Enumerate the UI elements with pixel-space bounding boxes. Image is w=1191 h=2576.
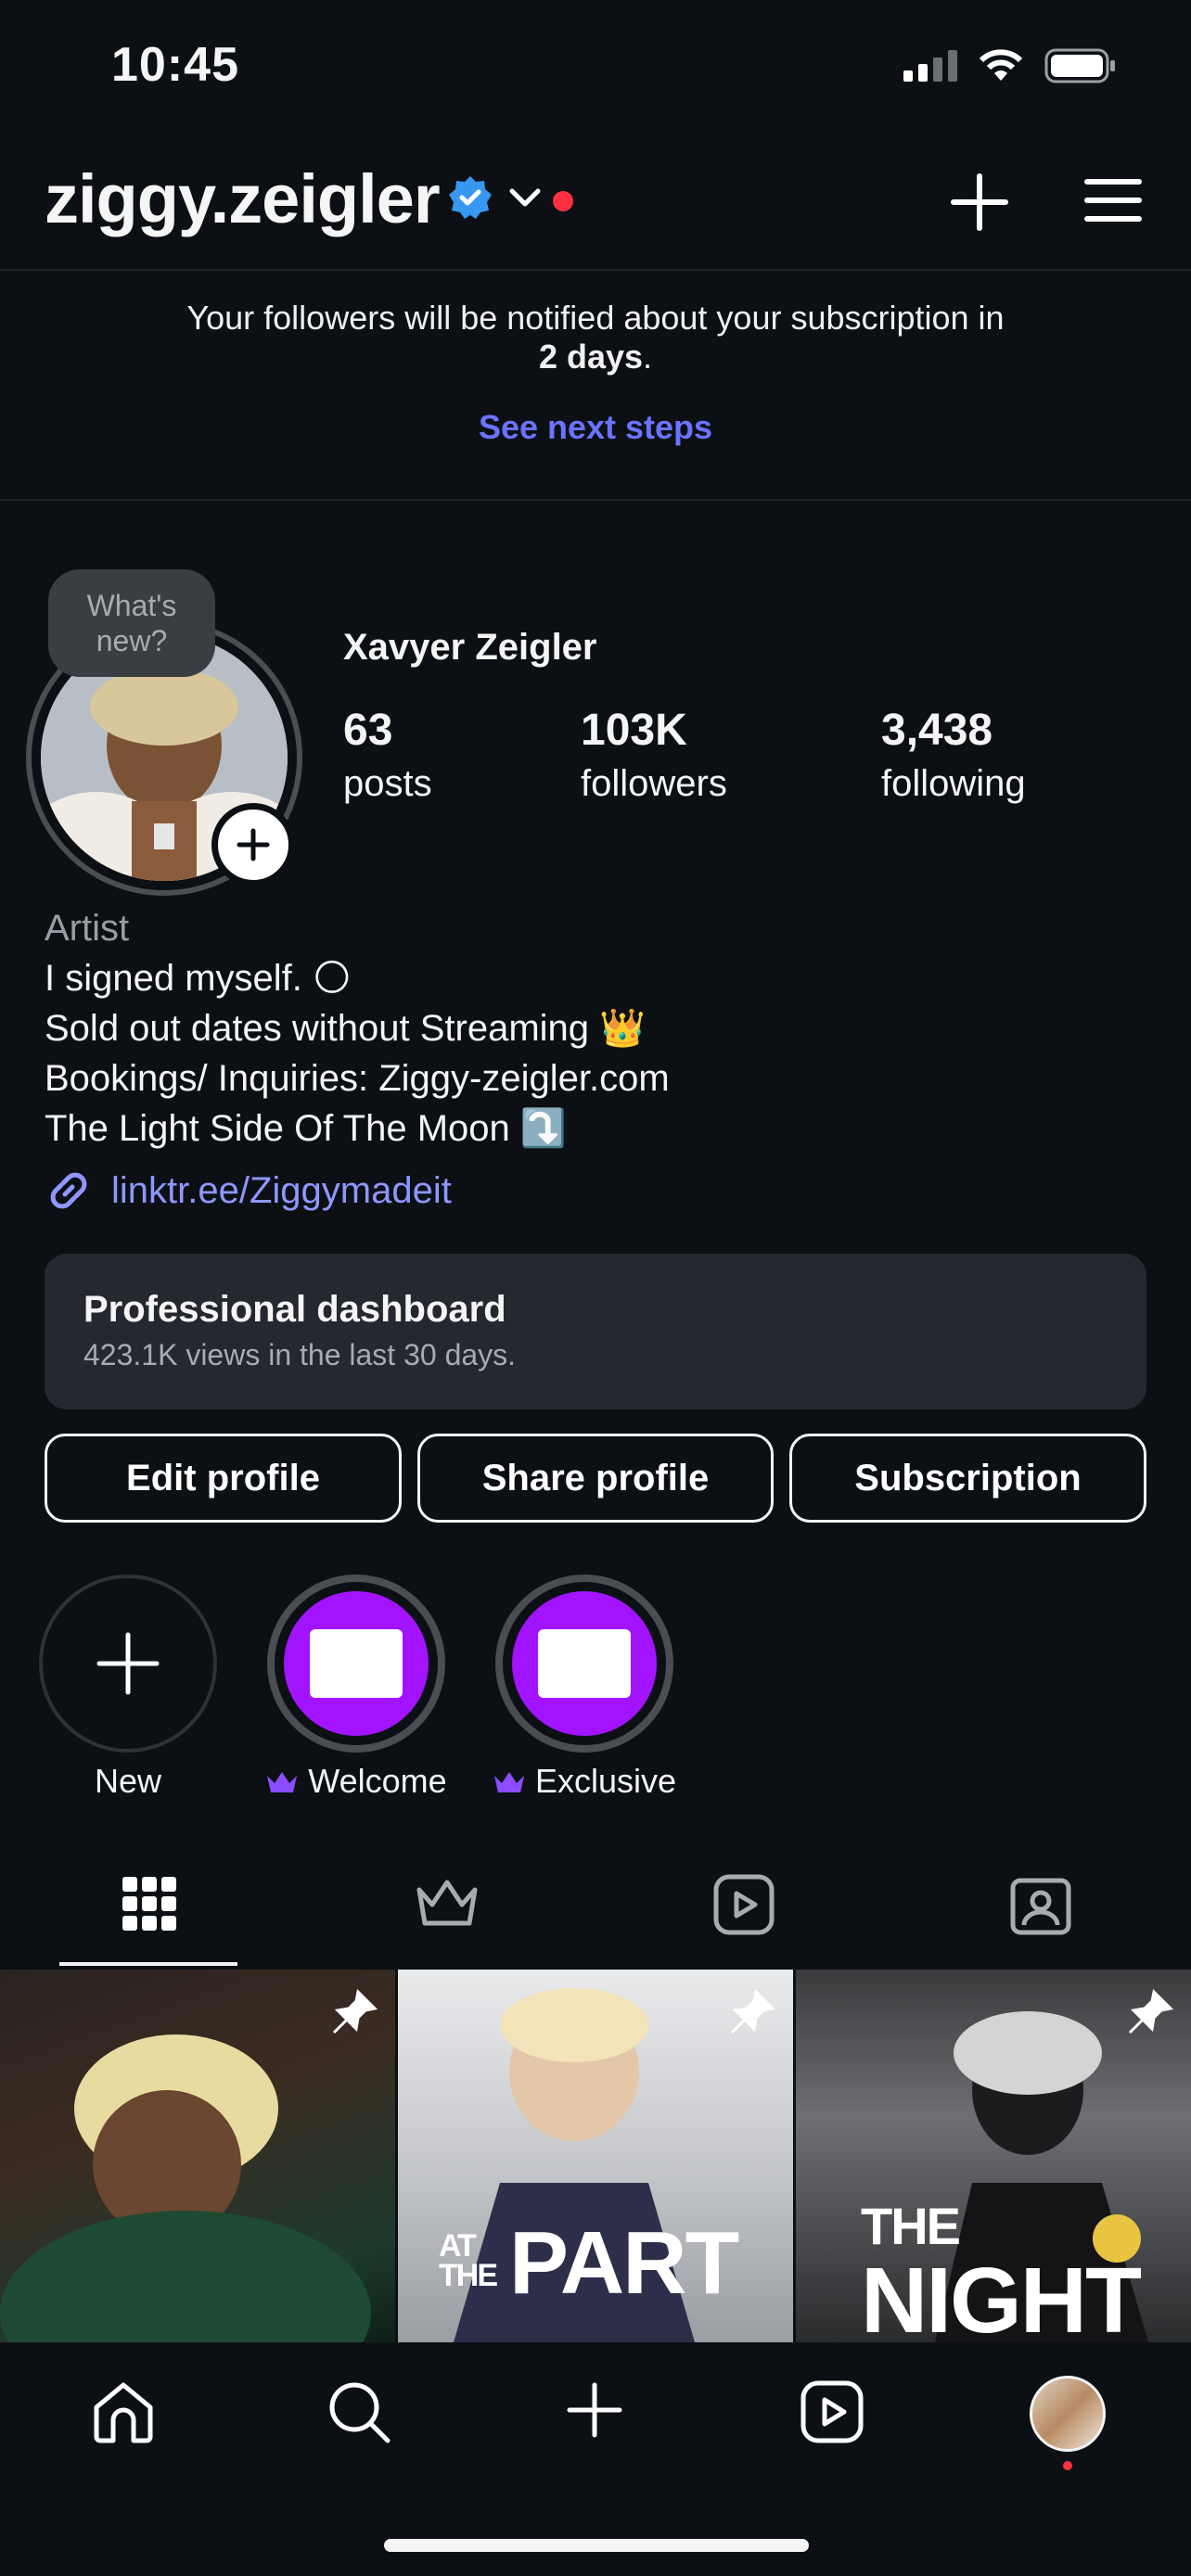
- followers-value: 103K: [581, 706, 687, 755]
- add-story-button[interactable]: [211, 803, 295, 886]
- search-icon[interactable]: [327, 2379, 391, 2444]
- subscriber-crown-tab-icon[interactable]: [416, 1873, 479, 1934]
- bio-line-1: I signed myself. 🌕: [45, 958, 352, 999]
- highlight-label-welcome: Welcome: [249, 1762, 464, 1801]
- reels-tab-icon[interactable]: [712, 1873, 775, 1936]
- followers-label: followers: [581, 763, 727, 804]
- post-2-overlay-at: AT: [439, 2228, 477, 2264]
- new-highlight-button[interactable]: [39, 1575, 217, 1753]
- highlight-cover-card: [538, 1629, 631, 1698]
- notice-divider: [0, 499, 1191, 501]
- tagged-tab-icon[interactable]: [1009, 1873, 1072, 1936]
- pin-icon: [332, 1988, 378, 2034]
- battery-icon: [1044, 48, 1115, 83]
- profile-link-text[interactable]: linktr.ee/Ziggymadeit: [111, 1170, 452, 1212]
- home-indicator[interactable]: [384, 2539, 809, 2552]
- header-divider: [0, 269, 1191, 271]
- share-profile-button[interactable]: Share profile: [417, 1434, 774, 1523]
- highlight-cover: [284, 1591, 429, 1736]
- notice-period: .: [643, 338, 653, 376]
- profile-notification-dot: [1063, 2461, 1072, 2470]
- dashboard-title: Professional dashboard: [83, 1289, 506, 1330]
- post-2-overlay-big: PART: [509, 2213, 739, 2313]
- pin-icon: [730, 1988, 776, 2034]
- add-plus-icon: [237, 828, 270, 861]
- highlight-exclusive[interactable]: [495, 1575, 673, 1753]
- professional-dashboard-card[interactable]: Professional dashboard 423.1K views in t…: [45, 1254, 1146, 1409]
- active-tab-indicator: [59, 1962, 237, 1966]
- whats-new-bubble[interactable]: What's new?: [48, 569, 215, 677]
- post-2-overlay-the: THE: [439, 2258, 498, 2293]
- verified-badge-icon: [449, 176, 492, 219]
- posts-count[interactable]: 63 posts: [343, 705, 432, 805]
- highlight-welcome[interactable]: [267, 1575, 445, 1753]
- post-tile-2[interactable]: AT THE PART: [398, 1970, 793, 2342]
- bio-line-4: The Light Side Of The Moon ⤵️: [45, 1108, 567, 1149]
- notice-line-2: 2 days.: [0, 338, 1191, 376]
- account-switch-chevron-icon[interactable]: [506, 184, 544, 211]
- profile-nav-avatar[interactable]: [1030, 2376, 1106, 2452]
- create-post-icon[interactable]: [564, 2379, 625, 2441]
- profile-link[interactable]: linktr.ee/Ziggymadeit: [45, 1167, 452, 1215]
- wifi-icon: [979, 49, 1023, 81]
- profile-bio: Artist I signed myself. 🌕 Sold out dates…: [45, 903, 670, 1154]
- post-2-overlay-small: AT THE: [439, 2228, 498, 2293]
- following-label: following: [881, 763, 1026, 804]
- whats-new-line-2: new?: [96, 624, 168, 657]
- crown-icon: [493, 1772, 524, 1792]
- link-icon: [50, 1172, 87, 1209]
- crown-icon: [267, 1772, 298, 1792]
- posts-value: 63: [343, 706, 393, 755]
- followers-count[interactable]: 103K followers: [581, 705, 727, 805]
- subscription-button[interactable]: Subscription: [789, 1434, 1146, 1523]
- highlight-cover-card: [310, 1629, 403, 1698]
- status-time: 10:45: [111, 38, 239, 92]
- posts-label: posts: [343, 763, 432, 804]
- highlight-label-exclusive: Exclusive: [477, 1762, 692, 1801]
- grid-tab-icon[interactable]: [122, 1873, 176, 1934]
- pin-icon: [1128, 1988, 1174, 2034]
- see-next-steps-link[interactable]: See next steps: [0, 408, 1191, 447]
- post-tile-1[interactable]: [0, 1970, 395, 2342]
- highlight-welcome-text: Welcome: [308, 1762, 447, 1800]
- following-value: 3,438: [881, 706, 993, 755]
- plus-icon: [96, 1632, 160, 1695]
- menu-hamburger-icon[interactable]: [1083, 176, 1143, 224]
- subscription-notice: Your followers will be notified about yo…: [0, 299, 1191, 376]
- highlight-exclusive-text: Exclusive: [534, 1762, 677, 1800]
- notice-line-1: Your followers will be notified about yo…: [186, 299, 1005, 337]
- display-name: Xavyer Zeigler: [343, 627, 597, 668]
- notification-dot: [553, 191, 573, 211]
- whats-new-line-1: What's: [86, 589, 177, 622]
- profile-username[interactable]: ziggy.zeigler: [45, 159, 441, 238]
- bio-line-3: Bookings/ Inquiries: Ziggy-zeigler.com: [45, 1058, 670, 1099]
- notice-days: 2 days: [538, 338, 644, 376]
- dashboard-subtitle: 423.1K views in the last 30 days.: [83, 1338, 517, 1371]
- signal-icon: [903, 50, 957, 82]
- status-icons: [903, 48, 1117, 83]
- reels-icon[interactable]: [800, 2379, 864, 2444]
- home-icon[interactable]: [91, 2379, 156, 2444]
- highlight-cover: [512, 1591, 657, 1736]
- bio-line-2: Sold out dates without Streaming 👑: [45, 1008, 646, 1049]
- following-count[interactable]: 3,438 following: [881, 705, 1026, 805]
- create-plus-icon[interactable]: [950, 172, 1009, 232]
- profile-category: Artist: [45, 908, 130, 949]
- post-tile-3[interactable]: THE NIGHT: [796, 1970, 1191, 2342]
- post-3-overlay-line-2: NIGHT: [861, 2249, 1142, 2342]
- highlight-label-new: New: [94, 1762, 162, 1800]
- edit-profile-button[interactable]: Edit profile: [45, 1434, 402, 1523]
